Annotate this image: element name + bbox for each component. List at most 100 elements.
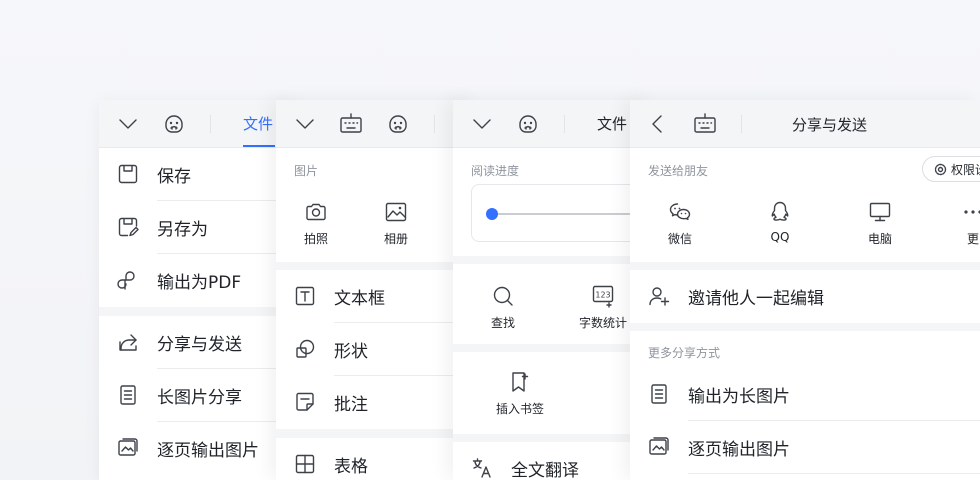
keyboard-icon[interactable] — [339, 112, 363, 136]
toolbar: 文件 — [453, 100, 653, 148]
tab-file[interactable]: 文件 — [243, 113, 273, 134]
menu-item-label: 批注 — [334, 395, 368, 415]
file-menu-panel: 文件 保存 另存为 输出为PDF 分享与发送 长图片分享 逐页输出图片 — [99, 100, 299, 480]
chevron-down-icon[interactable] — [471, 114, 493, 134]
more-icon — [961, 200, 980, 224]
tile-insert-bookmark[interactable]: 插入书签 — [485, 370, 555, 417]
insert-content: 图片 拍照 相册 文本框 形状 批注 表格 — [276, 148, 476, 480]
section-label-more-share: 更多分享方式 — [648, 346, 721, 360]
chevron-down-icon[interactable] — [294, 114, 316, 134]
menu-item-table[interactable]: 表格 — [276, 438, 476, 480]
assistant-face-icon[interactable] — [516, 112, 540, 136]
share-target-computer[interactable]: 电脑 — [845, 200, 915, 247]
tile-label: 电脑 — [867, 232, 892, 246]
image-pages-icon — [117, 437, 139, 459]
menu-item-label: 分享与发送 — [157, 335, 242, 355]
long-image-icon — [648, 383, 670, 405]
bookmark-icon — [508, 370, 532, 394]
menu-item-save-as[interactable]: 另存为 — [99, 201, 299, 254]
menu-item-export-long-image[interactable]: 输出为长图片 — [630, 368, 980, 421]
menu-item-label: 表格 — [334, 457, 368, 477]
keyboard-icon[interactable] — [693, 112, 717, 136]
share-send-panel: 分享与发送 发送给朋友 权限设 微信 QQ 电脑 更 邀请他人一起编辑 — [630, 100, 980, 480]
menu-item-invite-edit[interactable]: 邀请他人一起编辑 — [630, 270, 980, 323]
menu-item-label: 邀请他人一起编辑 — [688, 289, 824, 309]
share-icon — [117, 331, 139, 353]
computer-icon — [868, 200, 892, 224]
page-title: 分享与发送 — [792, 116, 868, 134]
chevron-left-icon[interactable] — [648, 113, 668, 135]
section-label-picture: 图片 — [294, 164, 319, 178]
toolbar — [276, 100, 476, 148]
menu-item-label: 另存为 — [157, 220, 208, 240]
add-user-icon — [648, 285, 670, 307]
tab-file[interactable]: 文件 — [597, 113, 627, 134]
section-label-send-friends: 发送给朋友 — [648, 164, 709, 178]
menu-item-label: 输出为PDF — [157, 273, 242, 293]
gear-icon — [934, 163, 947, 176]
translate-icon — [471, 457, 493, 479]
menu-item-textbox[interactable]: 文本框 — [276, 270, 476, 323]
menu-item-export-pdf[interactable]: 输出为PDF — [99, 254, 299, 307]
menu-item-label: 长图片分享 — [157, 388, 242, 408]
save-icon — [117, 163, 139, 185]
assistant-face-icon[interactable] — [386, 112, 410, 136]
share-target-qq[interactable]: QQ — [745, 200, 815, 244]
menu-item-comment[interactable]: 批注 — [276, 376, 476, 429]
tile-label: 相册 — [383, 232, 408, 246]
word-count-icon: 123 — [591, 284, 615, 308]
share-target-more[interactable]: 更 — [938, 200, 980, 247]
comment-icon — [294, 391, 316, 413]
permission-settings-button[interactable]: 权限设 — [922, 156, 980, 182]
tile-word-count[interactable]: 123 字数统计 — [568, 284, 638, 331]
menu-item-shape[interactable]: 形状 — [276, 323, 476, 376]
menu-item-label: 文本框 — [334, 289, 385, 309]
tile-label: 插入书签 — [495, 402, 544, 416]
chevron-down-icon[interactable] — [117, 114, 139, 134]
menu-item-label: 全文翻译 — [511, 461, 579, 480]
menu-item-label: 保存 — [157, 167, 191, 187]
tile-label: QQ — [770, 230, 790, 244]
save-as-icon — [117, 216, 139, 238]
insert-panel: 图片 拍照 相册 文本框 形状 批注 表格 — [276, 100, 476, 480]
tile-take-photo[interactable]: 拍照 — [281, 200, 351, 247]
wechat-icon — [668, 200, 692, 224]
view-content: 阅读进度 查找 123 字数统计 插入书签 全文翻译 — [453, 148, 653, 480]
progress-track — [492, 213, 653, 215]
reading-progress-card — [471, 184, 653, 242]
tile-album[interactable]: 相册 — [361, 200, 431, 247]
tile-label: 字数统计 — [578, 316, 627, 330]
menu-item-label: 输出为长图片 — [688, 387, 790, 407]
menu-item-image-pages[interactable]: 逐页输出图片 — [630, 421, 980, 474]
menu-item-share-send[interactable]: 分享与发送 — [99, 316, 299, 369]
svg-text:123: 123 — [595, 291, 610, 300]
share-target-wechat[interactable]: 微信 — [645, 200, 715, 247]
menu-item-translate[interactable]: 全文翻译 — [453, 442, 653, 480]
image-pages-icon — [648, 436, 670, 458]
toolbar: 文件 — [99, 100, 299, 148]
menu-item-long-image[interactable]: 长图片分享 — [99, 369, 299, 422]
tile-find[interactable]: 查找 — [468, 284, 538, 331]
search-icon — [491, 284, 515, 308]
menu-item-image-pages[interactable]: 逐页输出图片 — [99, 422, 299, 475]
tab-file-underline — [243, 145, 275, 147]
long-image-icon — [117, 384, 139, 406]
album-icon — [384, 200, 408, 224]
table-icon — [294, 453, 316, 475]
tile-label: 更 — [966, 232, 979, 246]
textbox-icon — [294, 285, 316, 307]
tile-label: 拍照 — [303, 232, 328, 246]
tile-label: 微信 — [667, 232, 692, 246]
progress-slider-thumb[interactable] — [486, 208, 498, 220]
toolbar: 分享与发送 — [630, 100, 980, 148]
tile-label: 查找 — [490, 316, 515, 330]
share-content: 发送给朋友 权限设 微信 QQ 电脑 更 邀请他人一起编辑 更多分享方式 — [630, 148, 980, 480]
view-panel: 文件 阅读进度 查找 123 字数统计 插入书签 全文翻译 — [453, 100, 653, 480]
camera-icon — [304, 200, 328, 224]
menu-item-save[interactable]: 保存 — [99, 148, 299, 201]
assistant-face-icon[interactable] — [162, 112, 186, 136]
export-pdf-icon — [117, 269, 139, 291]
shape-icon — [294, 338, 316, 360]
menu-item-label: 形状 — [334, 342, 368, 362]
menu-item-label: 逐页输出图片 — [688, 440, 790, 460]
